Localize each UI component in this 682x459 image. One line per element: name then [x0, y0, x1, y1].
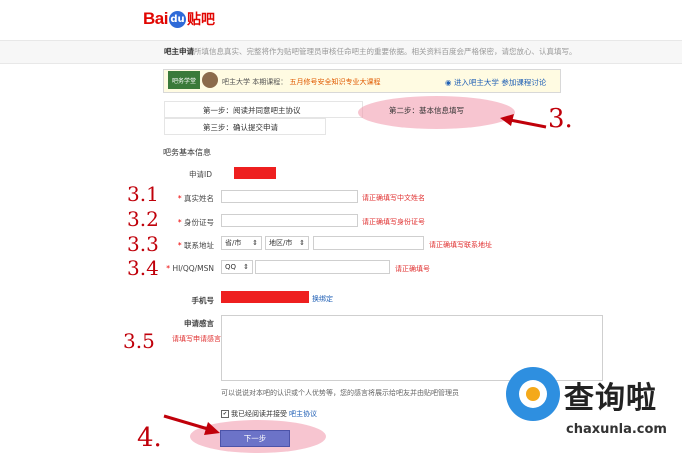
annotation-3-1: 3.1	[127, 182, 159, 206]
required-mark: *	[177, 218, 182, 227]
address-label-text: 联系地址	[184, 241, 214, 250]
address-hint: 请正确填写联系地址	[429, 241, 492, 249]
annotation-3-2: 3.2	[127, 207, 159, 231]
district-value: 地区/市	[269, 239, 293, 247]
agreement-row: ✔ 我已经阅读并接受 吧主协议	[221, 409, 317, 419]
id-card-input[interactable]	[221, 214, 358, 227]
required-mark: *	[177, 194, 182, 203]
banner-text-a: 吧主大学	[222, 78, 250, 86]
annotation-3-5: 3.5	[123, 329, 155, 353]
arrow-step-4-icon	[163, 414, 220, 435]
im-type-value: QQ	[225, 263, 237, 271]
required-mark: *	[166, 264, 171, 273]
step-three: 第三步：确认提交申请	[203, 123, 278, 132]
apply-id-label: 申请ID	[189, 170, 212, 179]
chaxunla-logo-dot	[526, 387, 540, 401]
im-hint: 请正确填号	[395, 265, 430, 273]
province-value: 省/市	[225, 239, 242, 247]
apply-id-redacted	[234, 167, 276, 179]
next-step-button[interactable]: 下一步	[220, 430, 290, 447]
id-card-label: * 身份证号	[160, 217, 214, 228]
watermark-url: chaxunla.com	[566, 422, 667, 437]
district-select[interactable]: 地区/市 ⇕	[265, 236, 309, 250]
annotation-3-3: 3.3	[127, 232, 159, 256]
address-label: * 联系地址	[160, 240, 214, 251]
real-name-label-text: 真实姓名	[184, 194, 214, 203]
message-label: 申请感言	[184, 319, 214, 328]
apply-notice-text: 所填信息真实、完整将作为贴吧管理员审核任命吧主的重要依据。相关资料百度会严格保密…	[194, 47, 577, 56]
phone-label: 手机号	[191, 296, 215, 305]
join-discussion-link[interactable]: 参加课程讨论	[501, 78, 546, 87]
apply-notice-title: 吧主申请	[164, 47, 194, 56]
phone-redacted	[221, 291, 309, 303]
im-type-select[interactable]: QQ ⇕	[221, 260, 253, 274]
id-card-label-text: 身份证号	[184, 218, 214, 227]
im-label: * HI/QQ/MSN	[160, 264, 214, 273]
province-select[interactable]: 省/市 ⇕	[221, 236, 262, 250]
mascot-icon	[202, 72, 218, 88]
course-badge: 吧务学堂	[168, 71, 200, 89]
select-arrows-icon: ⇕	[252, 239, 258, 247]
baidu-tieba-logo[interactable]: Bai du 贴吧	[143, 6, 215, 32]
section-title: 吧务基本信息	[163, 148, 211, 157]
id-card-hint: 请正确填写身份证号	[362, 218, 425, 226]
select-arrows-icon: ⇕	[243, 263, 249, 271]
agreement-text: 我已经阅读并接受	[231, 410, 287, 418]
required-mark: *	[177, 241, 182, 250]
enter-university-label: 进入吧主大学	[453, 78, 499, 87]
step-two: 第二步：基本信息填写	[389, 106, 464, 115]
agreement-link[interactable]: 吧主协议	[289, 409, 317, 419]
banner-links: ◉ 进入吧主大学 参加课程讨论	[445, 77, 546, 88]
logo-text-tieba: 贴吧	[186, 12, 215, 28]
real-name-hint: 请正确填写中文姓名	[362, 194, 425, 202]
annotation-3: 3.	[548, 104, 573, 134]
im-label-text: HI/QQ/MSN	[172, 264, 214, 273]
address-input[interactable]	[313, 236, 424, 250]
message-hint: 请填写申请感言	[172, 335, 221, 343]
logo-text-bai: Bai	[143, 9, 168, 28]
message-description: 可以说说对本吧的认识或个人优势等，您的感言将展示给吧友并由贴吧管理员	[221, 389, 459, 397]
arrow-step-3-icon	[500, 114, 547, 129]
watermark-title: 查询啦	[564, 381, 657, 416]
apply-notice: 吧主申请所填信息真实、完整将作为贴吧管理员审核任命吧主的重要依据。相关资料百度会…	[164, 46, 577, 57]
banner-course-name: 五月修号安全知识专业大课程	[289, 78, 381, 86]
change-phone-link[interactable]: 换绑定	[312, 294, 333, 304]
course-banner-text: 吧主大学 本期课程： 五月修号安全知识专业大课程	[222, 77, 380, 87]
annotation-3-4: 3.4	[127, 256, 159, 280]
select-arrows-icon: ⇕	[299, 239, 305, 247]
paw-icon: du	[168, 10, 186, 28]
step-one: 第一步：阅读并同意吧主协议	[203, 106, 301, 115]
annotation-4: 4.	[137, 423, 162, 453]
enter-university-link[interactable]: ◉ 进入吧主大学	[445, 78, 499, 87]
im-input[interactable]	[255, 260, 390, 274]
banner-text-b: 本期课程：	[252, 78, 288, 86]
real-name-label: * 真实姓名	[160, 193, 214, 204]
real-name-input[interactable]	[221, 190, 358, 203]
